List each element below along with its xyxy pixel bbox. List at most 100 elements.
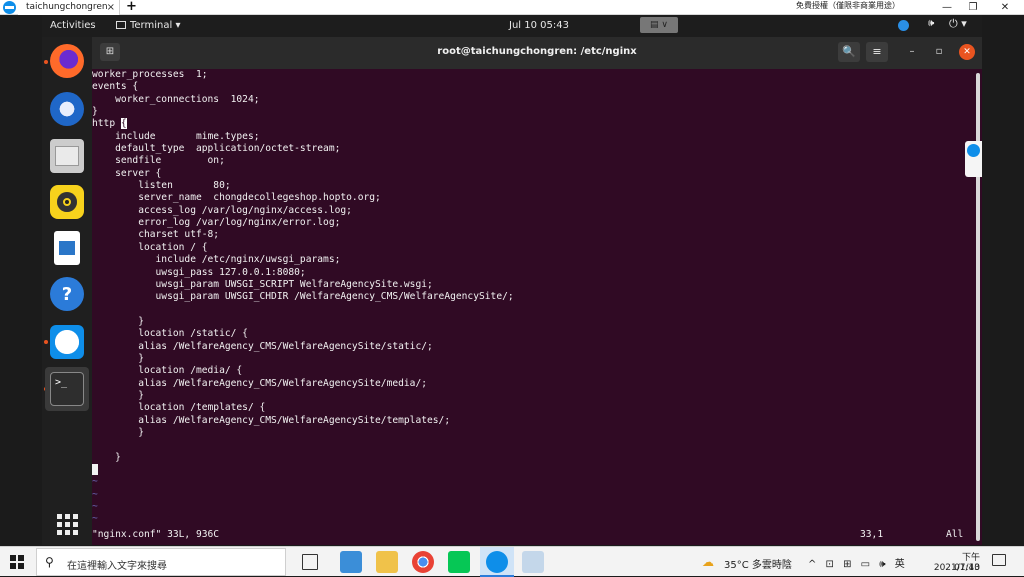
code-line: location / { (92, 241, 208, 253)
code-line: } (92, 426, 144, 438)
thunderbird-icon[interactable] (50, 92, 84, 126)
code-line: access_log /var/log/nginx/access.log; (92, 204, 352, 216)
vim-status-file: "nginx.conf" 33L, 936C (92, 529, 220, 540)
code-line: include mime.types; (92, 130, 260, 142)
add-tab-button[interactable]: + (126, 0, 137, 14)
file-explorer-icon[interactable] (376, 551, 398, 573)
firefox-icon[interactable] (50, 44, 84, 78)
vim-buffer[interactable]: worker_processes 1; events { worker_conne… (92, 69, 972, 526)
text-cursor (92, 464, 98, 475)
code-line: default_type application/octet-stream; (92, 143, 341, 155)
close-window-button[interactable]: ✕ (998, 0, 1012, 15)
code-line (92, 464, 972, 476)
code-line: alias /WelfareAgency_CMS/WelfareAgencySi… (92, 414, 451, 426)
teamviewer-icon[interactable] (486, 551, 508, 573)
teamviewer-tray-icon[interactable] (898, 20, 909, 31)
code-line: } (92, 352, 144, 364)
teamviewer-icon (967, 144, 980, 157)
code-line: } (92, 451, 121, 463)
code-line: http { (92, 118, 127, 130)
paint-icon[interactable] (522, 551, 544, 573)
rhythmbox-icon[interactable] (50, 185, 84, 219)
windows-taskbar: ⚲ 在這裡輸入文字來搜尋 ☁ 35°C 多雲時陰 ^ ⊡ ⊞ ▭ 🕪 英 下午 … (0, 546, 1024, 577)
tab-taichungchongren[interactable]: taichungchongren × (18, 0, 120, 15)
weather-text[interactable]: 35°C 多雲時陰 (724, 556, 792, 571)
search-icon[interactable]: 🔍 (838, 42, 860, 62)
maximize-button[interactable]: ▫ (931, 44, 947, 60)
app-icon[interactable] (340, 551, 362, 573)
taskbar-date[interactable]: 2021/7/10 (926, 563, 980, 573)
volume-icon[interactable]: 🕪 (928, 18, 934, 29)
close-button[interactable]: ✕ (959, 44, 975, 60)
code-line: listen 80; (92, 180, 231, 192)
terminal-title-bar: ⊞ root@taichungchongren: /etc/nginx 🔍 ≡ … (92, 37, 982, 69)
weather-icon[interactable]: ☁ (702, 555, 714, 569)
terminal-icon (116, 21, 126, 29)
help-icon[interactable]: ? (50, 277, 84, 311)
license-notice: 免費授權（僅限非商業用途） (796, 1, 900, 10)
teamviewer-side-panel-handle[interactable] (965, 141, 982, 177)
search-input[interactable]: ⚲ 在這裡輸入文字來搜尋 (36, 548, 286, 576)
chrome-icon[interactable] (412, 551, 434, 573)
empty-line-marker: ~ (92, 488, 98, 500)
code-line: alias /WelfareAgency_CMS/WelfareAgencySi… (92, 340, 433, 352)
matched-brace: { (120, 118, 127, 130)
search-icon: ⚲ (45, 555, 54, 569)
teamviewer-title-bar: taichungchongren × + 免費授權（僅限非商業用途） — ❐ ✕ (0, 0, 1024, 15)
windows-start-button[interactable] (10, 555, 24, 569)
power-icon[interactable]: ⏻ ▾ (949, 17, 967, 31)
ubuntu-top-panel: Activities Terminal ▾ Jul 10 05:43 ▤ ∨ 🕪… (42, 15, 982, 37)
notification-center-icon[interactable] (992, 554, 1006, 566)
activities-button[interactable]: Activities (50, 20, 96, 31)
code-line: include /etc/nginx/uwsgi_params; (92, 254, 341, 266)
task-view-icon[interactable] (302, 554, 318, 570)
minimize-button[interactable]: – (904, 44, 920, 60)
code-line: worker_processes 1; (92, 69, 208, 80)
hamburger-menu-icon[interactable]: ≡ (866, 42, 888, 62)
tab-label: taichungchongren (26, 2, 108, 12)
running-indicator (44, 60, 48, 64)
teamviewer-icon[interactable] (50, 325, 84, 359)
empty-line-marker: ~ (92, 501, 98, 513)
running-indicator (44, 340, 48, 344)
code-line: worker_connections 1024; (92, 93, 260, 105)
code-line: location /templates/ { (92, 402, 266, 414)
code-line: location /static/ { (92, 328, 248, 340)
tab-close-icon[interactable]: × (107, 0, 115, 15)
system-tray[interactable]: ^ ⊡ ⊞ ▭ 🕪 英 (808, 555, 908, 570)
code-line: } (92, 315, 144, 327)
app-menu-label: Terminal ▾ (130, 20, 181, 31)
code-line: server { (92, 167, 162, 179)
code-line: sendfile on; (92, 155, 225, 167)
code-line: uwsgi_param UWSGI_CHDIR /WelfareAgency_C… (92, 291, 514, 303)
app-menu-terminal[interactable]: Terminal ▾ (116, 20, 180, 31)
terminal-body[interactable]: worker_processes 1; events { worker_conne… (92, 69, 982, 545)
code-line: } (92, 389, 144, 401)
minimize-window-button[interactable]: — (940, 0, 954, 15)
code-line: uwsgi_pass 127.0.0.1:8080; (92, 266, 306, 278)
terminal-icon[interactable]: >_ (50, 372, 84, 406)
code-line: location /media/ { (92, 365, 243, 377)
teamviewer-logo-icon (3, 1, 16, 14)
line-icon[interactable] (448, 551, 470, 573)
code-line: events { (92, 81, 139, 93)
code-line: server_name chongdecollegeshop.hopto.org… (92, 192, 381, 204)
empty-line-marker: ~ (92, 513, 98, 525)
code-line: error_log /var/log/nginx/error.log; (92, 217, 341, 229)
teamviewer-toolbar-handle[interactable]: ▤ ∨ (640, 17, 678, 33)
show-applications-icon[interactable] (50, 507, 84, 541)
empty-line-marker: ~ (92, 476, 98, 488)
ubuntu-dock: ? >_ (42, 37, 92, 545)
code-line: uwsgi_param UWSGI_SCRIPT WelfareAgencySi… (92, 278, 433, 290)
vim-scroll-indicator: All (946, 529, 964, 540)
system-clock[interactable]: Jul 10 05:43 (509, 20, 569, 31)
restore-window-button[interactable]: ❐ (966, 0, 980, 15)
files-icon[interactable] (50, 139, 84, 173)
code-line: } (92, 106, 98, 118)
vim-cursor-position: 33,1 (860, 529, 884, 540)
libreoffice-writer-icon[interactable] (54, 231, 80, 265)
code-line: charset utf-8; (92, 229, 220, 241)
code-line: alias /WelfareAgency_CMS/WelfareAgencySi… (92, 377, 428, 389)
